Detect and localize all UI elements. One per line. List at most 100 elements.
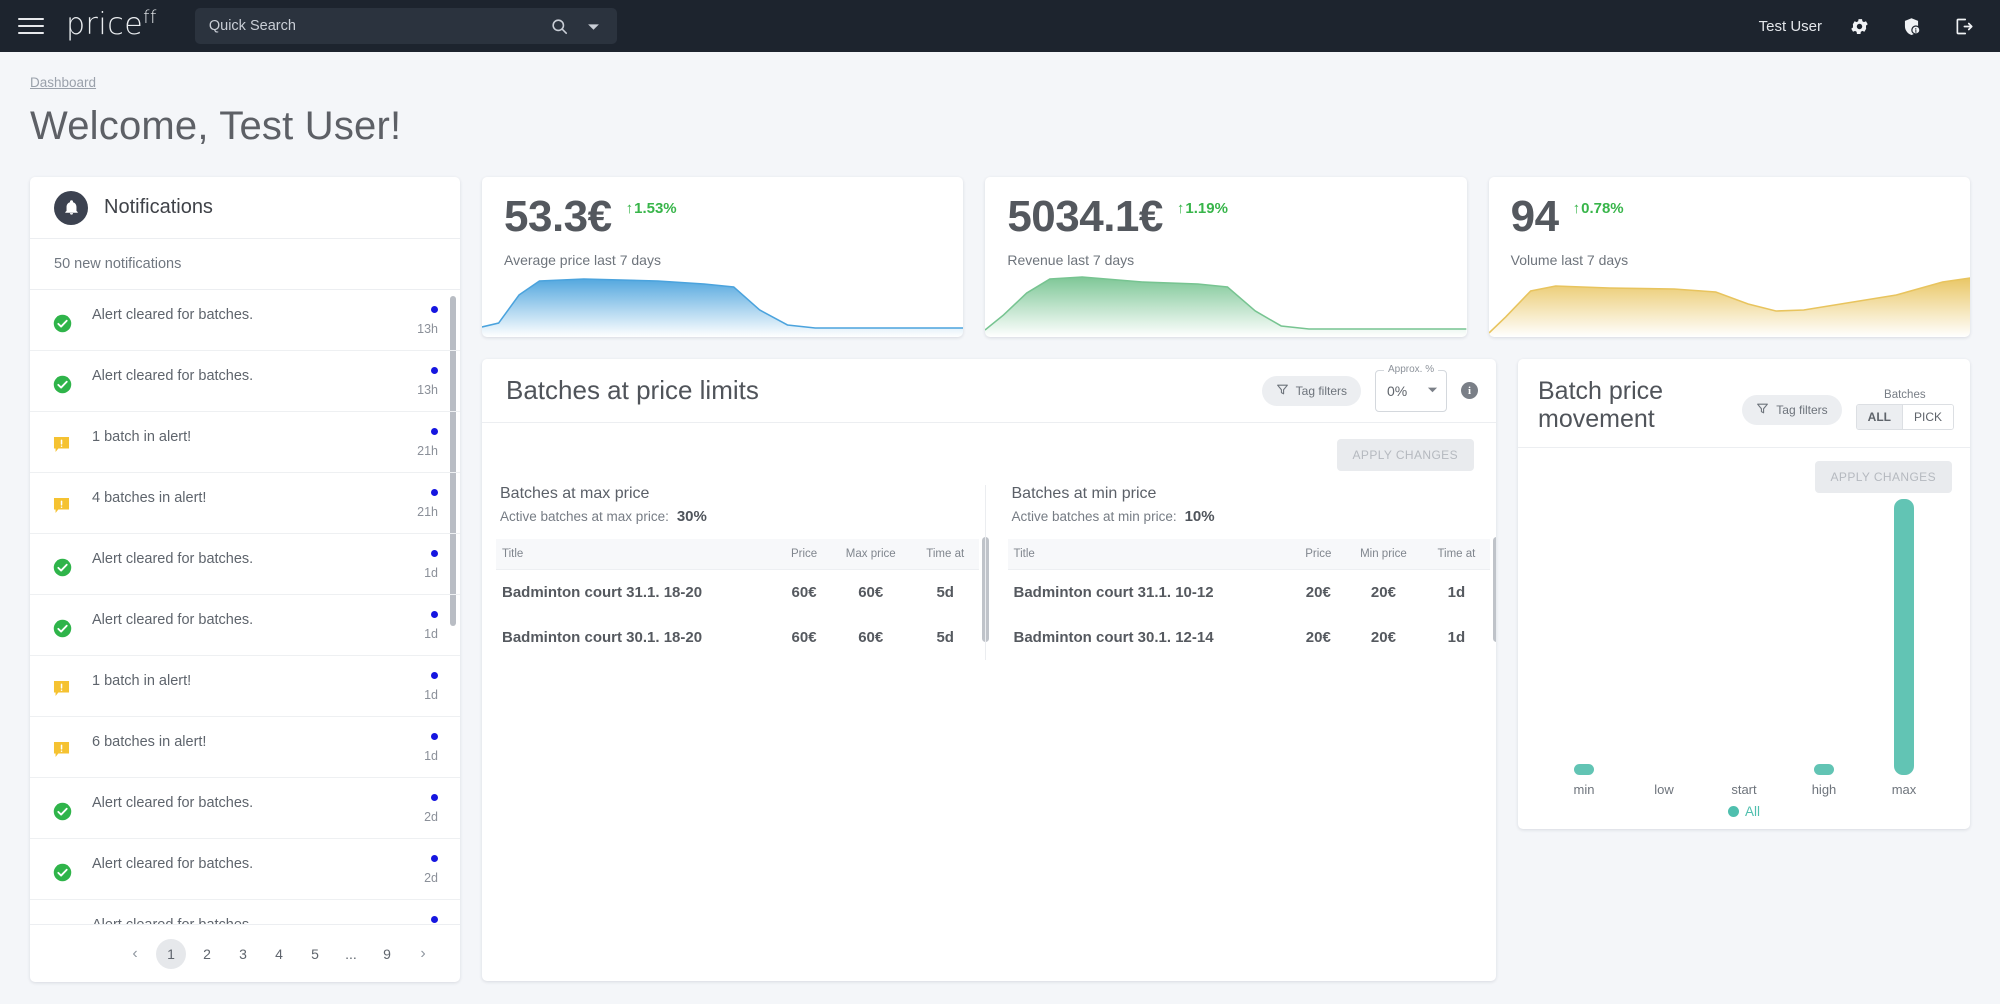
notification-meta: 21h	[392, 426, 438, 458]
movement-header: Batch price movement Tag filters Batches…	[1518, 359, 1970, 448]
pagination-page-3[interactable]: 3	[228, 939, 258, 969]
gear-icon[interactable]	[1844, 11, 1874, 41]
table-row[interactable]: Badminton court 31.1. 18-20 60€ 60€ 5d	[496, 570, 979, 616]
quick-search-box[interactable]	[194, 8, 617, 44]
pagination-page-5[interactable]: 5	[300, 939, 330, 969]
chart-legend[interactable]: All	[1518, 804, 1970, 819]
limits-apply-changes-button[interactable]: APPLY CHANGES	[1336, 439, 1474, 471]
kpi-top: 53.3€ ↑ 1.53%	[504, 195, 941, 239]
pagination-page-2[interactable]: 2	[192, 939, 222, 969]
unread-dot	[431, 733, 438, 740]
notification-item[interactable]: Alert cleared for batches. 13h	[30, 290, 460, 351]
shield-info-icon[interactable]: i	[1896, 11, 1926, 41]
kpi-value: 5034.1€	[1007, 192, 1163, 241]
movement-apply-changes-button[interactable]: APPLY CHANGES	[1814, 461, 1952, 493]
pagination-prev-icon[interactable]: ‹	[120, 939, 150, 969]
batches-toggle[interactable]: ALL PICK	[1855, 404, 1954, 430]
pagination-page-4[interactable]: 4	[264, 939, 294, 969]
check-circle-icon	[52, 618, 74, 644]
notification-message: Alert cleared for batches.	[92, 307, 254, 323]
search-icon[interactable]	[545, 11, 575, 41]
logo-text: price	[66, 6, 144, 42]
unread-dot	[431, 611, 438, 618]
min-table-column-header: Title	[1007, 539, 1293, 570]
min-table-column-header: Price	[1292, 539, 1344, 570]
unread-dot	[431, 550, 438, 557]
notification-meta: 1d	[392, 609, 438, 641]
table-row[interactable]: Badminton court 31.1. 10-12 20€ 20€ 1d	[1008, 570, 1491, 616]
unread-dot	[431, 855, 438, 862]
approx-percent-label: Approx. %	[1384, 363, 1439, 375]
min-price-table: Title Price Min price Time at Badminton cou…	[1007, 539, 1491, 661]
limits-tag-filters-label: Tag filters	[1295, 383, 1347, 398]
max-table-body[interactable]: Badminton court 31.1. 18-20 60€ 60€ 5d Badmi…	[496, 570, 979, 661]
notification-item[interactable]: Alert cleared for batches. 13h	[30, 351, 460, 412]
username-label[interactable]: Test User	[1759, 18, 1822, 35]
warning-bubble-icon	[52, 496, 74, 520]
batches-label: Batches	[1884, 389, 1926, 401]
caret-down-icon[interactable]	[1427, 382, 1438, 400]
pagination-page-1[interactable]: 1	[156, 938, 186, 969]
limits-tag-filters-button[interactable]: Tag filters	[1261, 375, 1361, 406]
approx-percent-select[interactable]: Approx. % 0%	[1375, 363, 1447, 412]
table-row[interactable]: Badminton court 30.1. 12-14 20€ 20€ 1d	[1008, 615, 1491, 660]
batch-price-movement-card: Batch price movement Tag filters Batches…	[1518, 359, 1970, 829]
warning-bubble-icon	[52, 435, 74, 459]
top-navigation-bar: priceff Test User i	[0, 0, 2000, 52]
notification-item[interactable]: 1 batch in alert! 1d	[30, 656, 460, 717]
chevron-down-icon[interactable]	[579, 11, 609, 41]
notification-meta: 13h	[392, 304, 438, 336]
notification-item[interactable]: Alert cleared for batches. 1d	[30, 534, 460, 595]
trend-up-icon: ↑	[1572, 200, 1581, 217]
notification-item[interactable]: Alert cleared for batches. 2d	[30, 839, 460, 900]
app-logo[interactable]: priceff	[66, 7, 157, 42]
kpi-value: 53.3€	[504, 192, 612, 241]
notification-time: 1d	[424, 749, 438, 763]
check-circle-icon	[52, 862, 74, 888]
kpi-delta: ↑ 0.78%	[1573, 200, 1624, 217]
dashboard-layout: Notifications 50 new notifications Alert…	[30, 177, 1970, 982]
notification-time: 21h	[417, 444, 438, 458]
menu-icon[interactable]	[18, 16, 44, 36]
kpi-delta-value: 1.53%	[634, 200, 677, 217]
chart-bar-high[interactable]	[1814, 763, 1834, 775]
table-row[interactable]: Badminton court 30.1. 18-20 60€ 60€ 5d	[496, 615, 979, 660]
pagination-next-icon[interactable]: ›	[408, 939, 438, 969]
chart-bar-min[interactable]	[1574, 763, 1594, 775]
kpi-sparkline	[985, 265, 1467, 337]
notification-message: 1 batch in alert!	[92, 429, 192, 445]
kpi-card: 94 ↑ 0.78% Volume last 7 days	[1488, 177, 1970, 337]
notifications-list[interactable]: Alert cleared for batches. 13h Alert clear…	[30, 290, 460, 924]
notification-item[interactable]: Alert cleared for batches. 2d	[30, 778, 460, 839]
notification-item[interactable]: Alert cleared for batches. 1d	[30, 595, 460, 656]
chart-bar-cell	[1864, 499, 1944, 775]
batches-option-all[interactable]: ALL	[1856, 405, 1902, 429]
movement-tag-filters-button[interactable]: Tag filters	[1742, 394, 1842, 425]
chart-x-axis: min low start high max	[1544, 782, 1944, 797]
notification-item[interactable]: 4 batches in alert! 21h	[30, 473, 460, 534]
notifications-pagination[interactable]: ‹ 1 2 3 4 5... 9 ›	[30, 924, 460, 982]
kpi-card: 5034.1€ ↑ 1.19% Revenue last 7 days	[985, 177, 1467, 337]
search-input[interactable]	[208, 18, 541, 34]
info-icon[interactable]: i	[1461, 382, 1478, 399]
chart-bar-max[interactable]	[1894, 499, 1914, 775]
movement-header-controls: Tag filters Batches ALL PICK	[1742, 377, 1954, 430]
min-table-column-header: Min price	[1343, 539, 1423, 570]
breadcrumb[interactable]: Dashboard	[30, 75, 96, 90]
notification-item[interactable]: 6 batches in alert! 1d	[30, 717, 460, 778]
batch-price-movement-chart: min low start high max All	[1518, 493, 1970, 829]
pagination-page-...[interactable]: ...	[336, 939, 366, 969]
notification-item[interactable]: Alert cleared for batches. 2d	[30, 900, 460, 924]
max-table-column-header: Time at	[911, 539, 979, 570]
min-table-body[interactable]: Badminton court 31.1. 10-12 20€ 20€ 1d Badmi…	[1008, 570, 1491, 661]
check-circle-icon	[52, 374, 74, 400]
batches-option-pick[interactable]: PICK	[1901, 405, 1953, 429]
pagination-page-9[interactable]: 9	[372, 939, 402, 969]
notification-item[interactable]: 1 batch in alert! 21h	[30, 412, 460, 473]
logout-icon[interactable]	[1948, 11, 1978, 41]
chart-bars	[1544, 499, 1944, 775]
min-table-scrollbar[interactable]	[1493, 537, 1496, 642]
limits-header: Batches at price limits Tag filters Appr…	[482, 359, 1496, 423]
chart-x-label-max: max	[1891, 782, 1917, 797]
kpi-top: 94 ↑ 0.78%	[1511, 195, 1948, 239]
